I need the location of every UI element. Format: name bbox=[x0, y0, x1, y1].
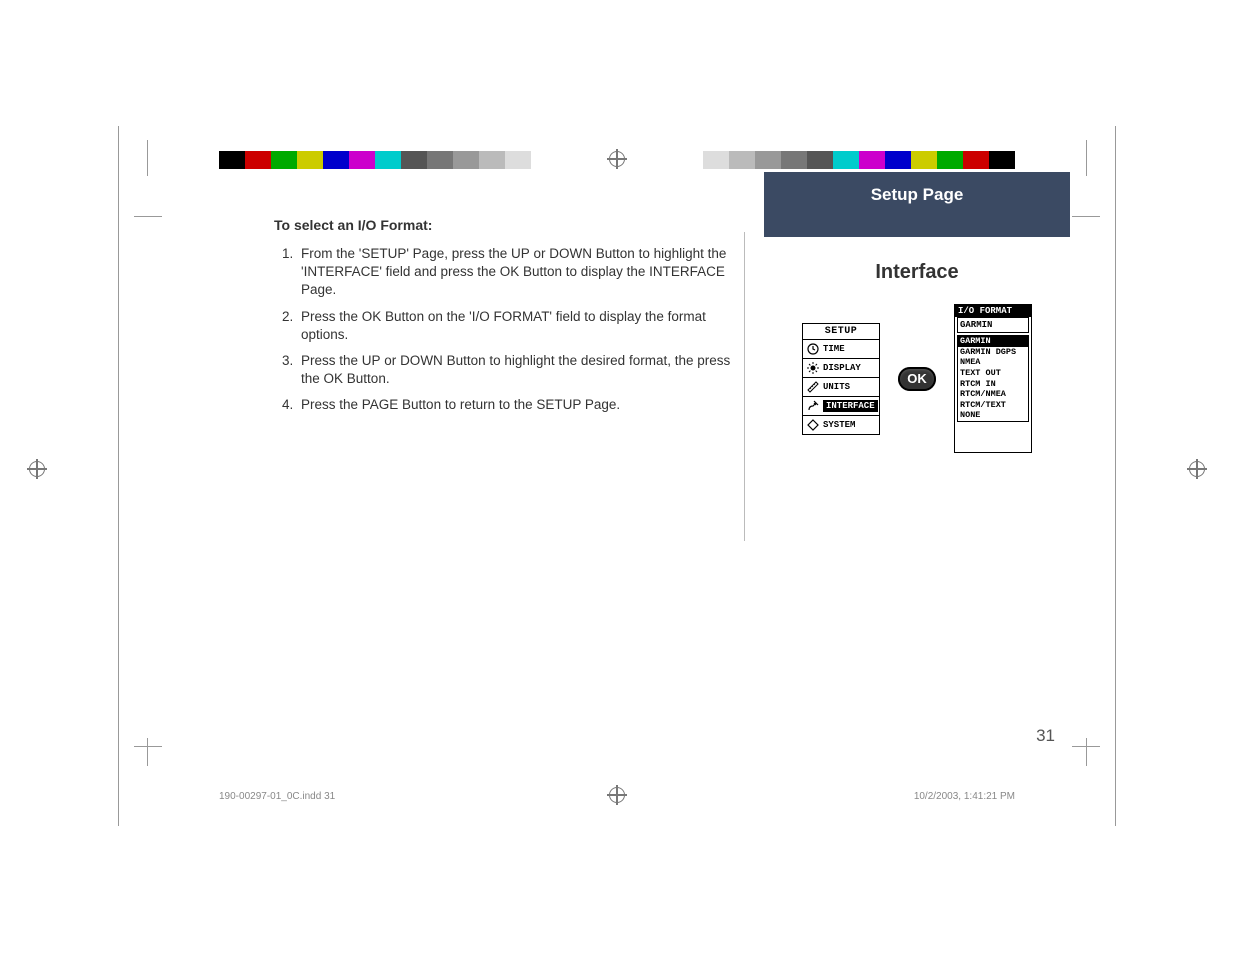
ok-button[interactable]: OK bbox=[898, 367, 936, 391]
crop-mark bbox=[118, 140, 148, 176]
color-swatch bbox=[937, 151, 963, 169]
crop-mark bbox=[1086, 140, 1116, 176]
color-swatch bbox=[323, 151, 349, 169]
sidebar-header: Setup Page bbox=[764, 172, 1070, 237]
setup-menu-item: TIME bbox=[803, 339, 879, 358]
footer-right: 10/2/2003, 1:41:21 PM bbox=[914, 791, 1015, 802]
io-format-header: I/O FORMAT bbox=[955, 305, 1031, 317]
io-format-screen: I/O FORMAT GARMIN GARMINGARMIN DGPSNMEAT… bbox=[954, 304, 1032, 453]
instructions-title: To select an I/O Format: bbox=[274, 216, 734, 235]
color-swatch bbox=[349, 151, 375, 169]
setup-screen-title: SETUP bbox=[803, 324, 879, 339]
clock-icon bbox=[807, 343, 819, 355]
setup-menu-label: INTERFACE bbox=[823, 400, 878, 412]
page-number: 31 bbox=[1036, 726, 1055, 746]
instruction-step: Press the UP or DOWN Button to highlight… bbox=[297, 352, 734, 388]
io-format-option: GARMIN bbox=[958, 336, 1028, 347]
printer-colorbar bbox=[677, 151, 1015, 169]
color-swatch bbox=[531, 151, 557, 169]
crop-mark bbox=[118, 738, 148, 766]
color-swatch bbox=[963, 151, 989, 169]
setup-menu-item: INTERFACE bbox=[803, 396, 879, 415]
color-swatch bbox=[703, 151, 729, 169]
printer-colorbar bbox=[219, 151, 557, 169]
color-swatch bbox=[755, 151, 781, 169]
color-swatch bbox=[375, 151, 401, 169]
setup-menu-label: UNITS bbox=[823, 382, 850, 392]
crop-mark bbox=[1086, 738, 1116, 766]
setup-screen: SETUP TIME DISPLAY UNITS INTERFACE SYSTEM bbox=[802, 323, 880, 435]
io-format-option: GARMIN DGPS bbox=[958, 347, 1028, 358]
page-frame: To select an I/O Format: From the 'SETUP… bbox=[118, 126, 1116, 826]
color-swatch bbox=[271, 151, 297, 169]
instruction-step: From the 'SETUP' Page, press the UP or D… bbox=[297, 245, 734, 300]
setup-menu-item: UNITS bbox=[803, 377, 879, 396]
io-format-options: GARMINGARMIN DGPSNMEATEXT OUTRTCM INRTCM… bbox=[957, 335, 1029, 422]
ok-button-label: OK bbox=[907, 371, 927, 386]
color-swatch bbox=[833, 151, 859, 169]
instructions-list: From the 'SETUP' Page, press the UP or D… bbox=[297, 245, 734, 415]
color-swatch bbox=[989, 151, 1015, 169]
instruction-step: Press the OK Button on the 'I/O FORMAT' … bbox=[297, 308, 734, 344]
tick-mark bbox=[134, 746, 162, 747]
setup-menu-item: SYSTEM bbox=[803, 415, 879, 434]
io-format-option: RTCM/TEXT bbox=[958, 400, 1028, 411]
io-format-option: RTCM/NMEA bbox=[958, 389, 1028, 400]
setup-menu-label: SYSTEM bbox=[823, 420, 855, 430]
color-swatch bbox=[297, 151, 323, 169]
tick-mark bbox=[1072, 216, 1100, 217]
footer-registration-mark bbox=[609, 787, 625, 806]
setup-menu-label: TIME bbox=[823, 344, 845, 354]
figures-row: SETUP TIME DISPLAY UNITS INTERFACE SYSTEM OK… bbox=[764, 304, 1070, 453]
sun-icon bbox=[807, 362, 819, 374]
sidebar-column: Setup Page Interface SETUP TIMEDISPLAYUN… bbox=[764, 216, 1070, 453]
color-swatch bbox=[885, 151, 911, 169]
color-swatch bbox=[453, 151, 479, 169]
color-swatch bbox=[219, 151, 245, 169]
color-swatch bbox=[401, 151, 427, 169]
io-format-option: NONE bbox=[958, 410, 1028, 421]
ruler-icon bbox=[807, 381, 819, 393]
instruction-step: Press the PAGE Button to return to the S… bbox=[297, 396, 734, 414]
color-swatch bbox=[859, 151, 885, 169]
instructions-column: To select an I/O Format: From the 'SETUP… bbox=[274, 216, 734, 453]
setup-menu-label: DISPLAY bbox=[823, 363, 861, 373]
color-swatch bbox=[427, 151, 453, 169]
content-row: To select an I/O Format: From the 'SETUP… bbox=[274, 216, 1070, 453]
color-swatch bbox=[729, 151, 755, 169]
color-swatch bbox=[245, 151, 271, 169]
registration-mark-icon bbox=[609, 151, 625, 167]
diamond-icon bbox=[807, 419, 819, 431]
io-format-option: TEXT OUT bbox=[958, 368, 1028, 379]
color-swatch bbox=[807, 151, 833, 169]
plug-icon bbox=[807, 400, 819, 412]
tick-mark bbox=[1072, 746, 1100, 747]
color-swatch bbox=[505, 151, 531, 169]
io-format-current: GARMIN bbox=[957, 317, 1029, 333]
color-swatch bbox=[911, 151, 937, 169]
color-swatch bbox=[479, 151, 505, 169]
registration-mark-icon bbox=[1189, 461, 1205, 477]
section-title: Interface bbox=[764, 261, 1070, 284]
color-swatch bbox=[781, 151, 807, 169]
io-format-option: NMEA bbox=[958, 357, 1028, 368]
registration-mark-icon bbox=[29, 461, 45, 477]
io-format-option: RTCM IN bbox=[958, 379, 1028, 390]
footer: 190-00297-01_0C.indd 31 10/2/2003, 1:41:… bbox=[219, 791, 1015, 802]
footer-left: 190-00297-01_0C.indd 31 bbox=[219, 791, 335, 802]
color-swatch bbox=[677, 151, 703, 169]
tick-mark bbox=[134, 216, 162, 217]
setup-menu-item: DISPLAY bbox=[803, 358, 879, 377]
